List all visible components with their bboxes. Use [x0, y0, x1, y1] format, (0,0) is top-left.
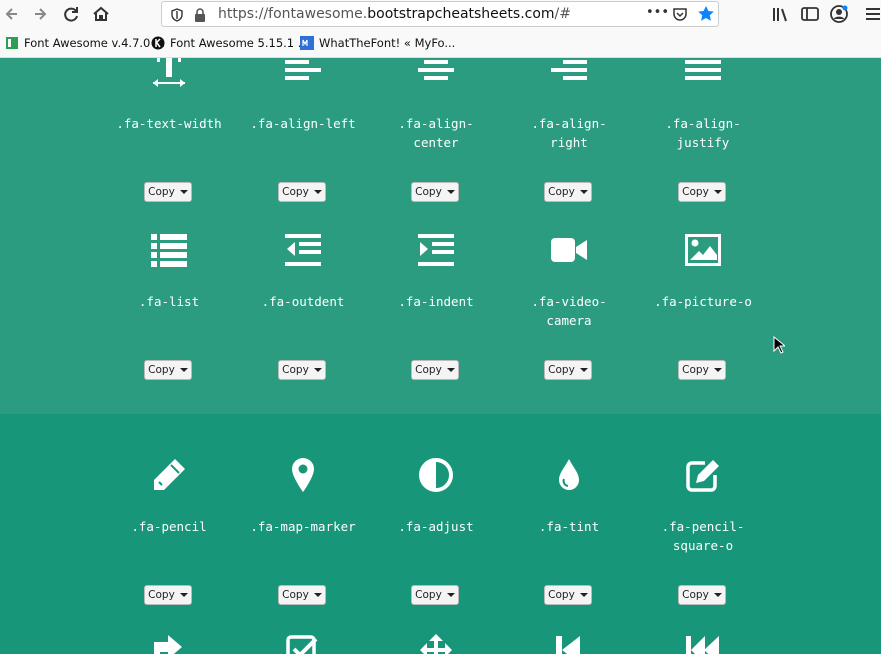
bookmark-item[interactable]: WhatTheFont! « MyFo...	[300, 36, 455, 50]
copy-button[interactable]: Copy	[144, 360, 192, 380]
map-marker-icon	[285, 457, 321, 493]
icon-name: .fa-pencil	[131, 519, 207, 534]
copy-button[interactable]: Copy	[144, 585, 192, 605]
copy-button[interactable]: Copy	[411, 182, 459, 202]
bookmark-item[interactable]: Font Awesome 5.15.1 ...	[151, 36, 309, 50]
caret-down-icon	[179, 368, 188, 372]
align-right-icon	[551, 58, 587, 88]
step-backward-icon	[551, 632, 587, 654]
caret-down-icon	[446, 593, 455, 597]
caret-down-icon	[179, 190, 188, 194]
bookmark-star-icon[interactable]	[697, 5, 715, 23]
align-left-icon	[285, 58, 321, 88]
shield-icon[interactable]	[170, 7, 184, 22]
caret-down-icon	[313, 190, 322, 194]
icon-name: .fa-align- center	[398, 116, 474, 150]
copy-button[interactable]: Copy	[278, 182, 326, 202]
text-width-icon	[151, 58, 187, 88]
pocket-icon[interactable]	[672, 6, 688, 22]
picture-icon	[685, 232, 721, 268]
copy-button[interactable]: Copy	[278, 360, 326, 380]
icon-name: .fa-align- justify	[665, 116, 741, 150]
caret-down-icon	[446, 190, 455, 194]
sidebar-icon[interactable]	[799, 3, 821, 25]
outdent-icon	[285, 232, 321, 268]
copy-button[interactable]: Copy	[144, 182, 192, 202]
icon-name: .fa-map-marker	[250, 519, 356, 534]
bookmark-favicon-icon	[151, 36, 165, 50]
pencil-square-icon	[685, 457, 721, 493]
home-icon[interactable]	[90, 3, 112, 25]
reload-icon[interactable]	[60, 3, 82, 25]
bookmark-favicon-icon	[300, 36, 314, 50]
mouse-cursor-icon	[773, 335, 787, 354]
pencil-icon	[151, 457, 187, 493]
caret-down-icon	[713, 593, 722, 597]
caret-down-icon	[579, 593, 588, 597]
copy-button[interactable]: Copy	[544, 182, 592, 202]
url-text[interactable]: https://fontawesome.bootstrapcheatsheets…	[218, 6, 571, 22]
video-camera-icon	[551, 232, 587, 268]
copy-button[interactable]: Copy	[544, 360, 592, 380]
tint-icon	[551, 457, 587, 493]
copy-button[interactable]: Copy	[678, 585, 726, 605]
bookmark-item[interactable]: Font Awesome v.4.7.0 ...	[5, 36, 165, 50]
icon-name: .fa-align- right	[531, 116, 607, 150]
bookmark-label: Font Awesome v.4.7.0 ...	[24, 36, 165, 50]
caret-down-icon	[179, 593, 188, 597]
url-bar[interactable]: https://fontawesome.bootstrapcheatsheets…	[161, 1, 719, 27]
share-icon	[151, 632, 187, 654]
icon-name: .fa-align-left	[250, 116, 356, 131]
menu-icon[interactable]	[862, 3, 881, 25]
copy-button[interactable]: Copy	[678, 360, 726, 380]
align-justify-icon	[685, 58, 721, 88]
icon-name: .fa-adjust	[398, 519, 474, 534]
caret-down-icon	[446, 368, 455, 372]
fast-backward-icon	[685, 632, 721, 654]
icon-name: .fa-picture-o	[654, 294, 752, 309]
caret-down-icon	[313, 368, 322, 372]
bookmark-label: WhatTheFont! « MyFo...	[319, 36, 456, 50]
copy-button[interactable]: Copy	[544, 585, 592, 605]
forward-icon[interactable]	[30, 3, 52, 25]
icon-name: .fa-text-width	[116, 116, 222, 131]
arrows-icon	[418, 632, 454, 654]
copy-button[interactable]: Copy	[678, 182, 726, 202]
copy-button[interactable]: Copy	[411, 360, 459, 380]
icon-name: .fa-outdent	[261, 294, 345, 309]
list-icon	[151, 232, 187, 268]
icon-name: .fa-indent	[398, 294, 474, 309]
copy-button[interactable]: Copy	[278, 585, 326, 605]
lock-icon[interactable]	[194, 7, 206, 22]
icon-name: .fa-list	[138, 294, 200, 309]
page-content: .fa-text-width Copy .fa-align-left Copy …	[0, 58, 881, 654]
browser-toolbar: https://fontawesome.bootstrapcheatsheets…	[0, 0, 881, 29]
bookmarks-bar: Font Awesome v.4.7.0 ... Font Awesome 5.…	[0, 29, 881, 58]
caret-down-icon	[579, 368, 588, 372]
copy-button[interactable]: Copy	[411, 585, 459, 605]
bookmark-favicon-icon	[5, 36, 19, 50]
library-icon[interactable]	[770, 3, 792, 25]
icon-name: .fa-tint	[538, 519, 600, 534]
check-square-icon	[285, 632, 321, 654]
icon-name: .fa-pencil- square-o	[661, 519, 745, 553]
align-center-icon	[418, 58, 454, 88]
caret-down-icon	[579, 190, 588, 194]
indent-icon	[418, 232, 454, 268]
caret-down-icon	[713, 190, 722, 194]
back-icon[interactable]	[2, 3, 24, 25]
page-actions-icon[interactable]: •••	[646, 5, 669, 20]
caret-down-icon	[313, 593, 322, 597]
caret-down-icon	[713, 368, 722, 372]
adjust-icon	[418, 457, 454, 493]
icon-name: .fa-video- camera	[531, 294, 607, 328]
account-icon[interactable]	[828, 3, 850, 25]
bookmark-label: Font Awesome 5.15.1 ...	[170, 36, 309, 50]
